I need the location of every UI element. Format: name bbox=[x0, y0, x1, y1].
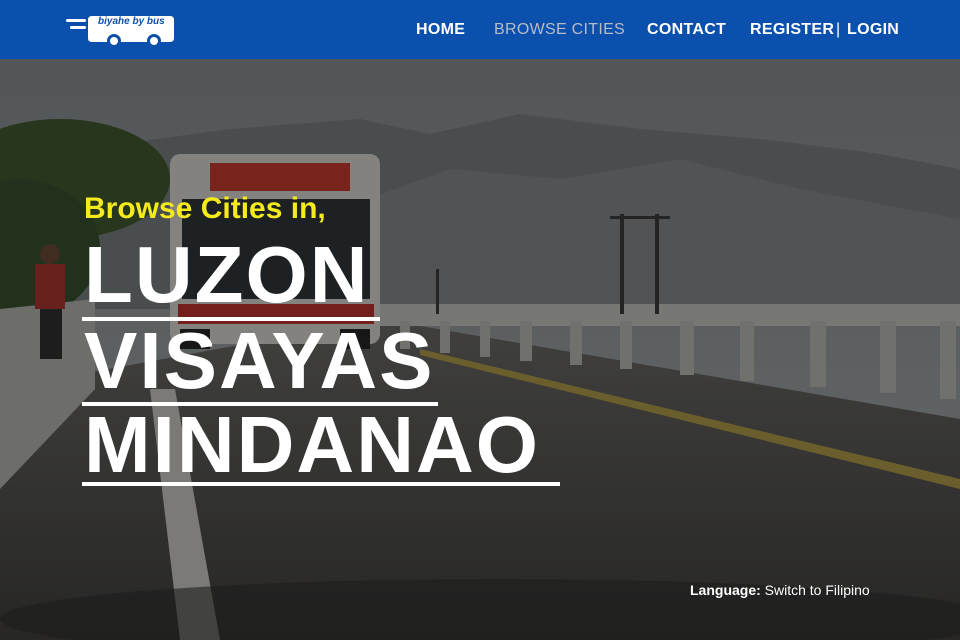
region-underline bbox=[82, 482, 560, 486]
nav-register[interactable]: REGISTER bbox=[750, 21, 834, 39]
navbar: biyahe by bus HOME BROWSE CITIES CONTACT… bbox=[0, 0, 960, 59]
language-switcher: Language: Switch to Filipino bbox=[690, 582, 870, 598]
hero-section: Browse Cities in, LUZON VISAYAS MINDANAO… bbox=[0, 59, 960, 640]
logo-text: biyahe by bus bbox=[98, 16, 165, 27]
browse-cities-heading: Browse Cities in, bbox=[84, 192, 326, 225]
nav-contact[interactable]: CONTACT bbox=[647, 21, 726, 39]
region-link-mindanao[interactable]: MINDANAO bbox=[84, 405, 540, 489]
nav-separator: | bbox=[836, 21, 841, 38]
logo[interactable]: biyahe by bus bbox=[66, 10, 176, 50]
region-link-visayas[interactable]: VISAYAS bbox=[84, 321, 435, 405]
language-label: Language: bbox=[690, 582, 761, 598]
nav-home[interactable]: HOME bbox=[416, 21, 465, 39]
region-link-luzon[interactable]: LUZON bbox=[84, 235, 370, 319]
nav-login[interactable]: LOGIN bbox=[847, 21, 899, 39]
page: biyahe by bus HOME BROWSE CITIES CONTACT… bbox=[0, 0, 960, 640]
nav-browse-cities[interactable]: BROWSE CITIES bbox=[494, 21, 625, 39]
switch-to-filipino-link[interactable]: Switch to Filipino bbox=[765, 582, 870, 598]
